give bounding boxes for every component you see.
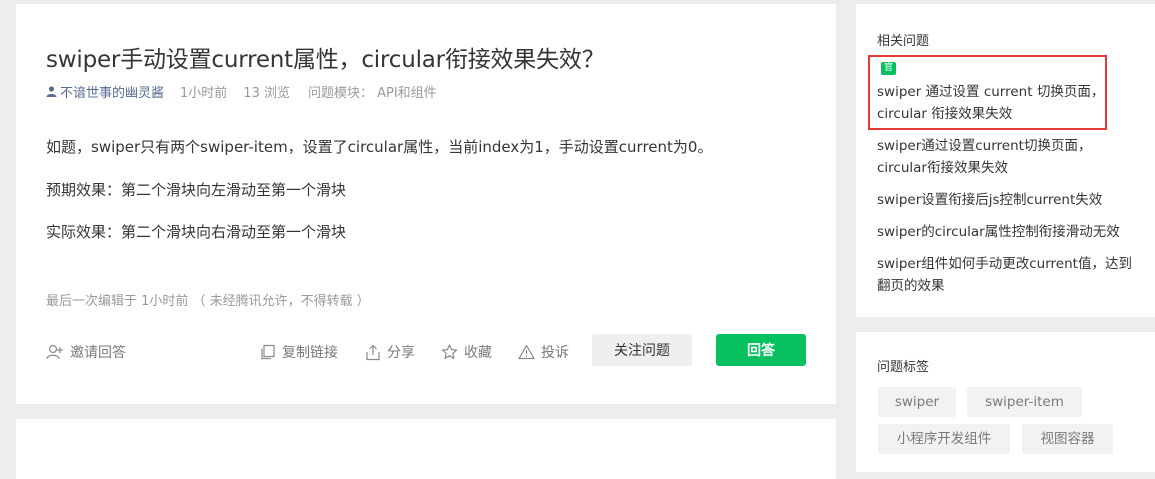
post-time: 1小时前 xyxy=(180,86,228,101)
question-paragraph: 实际效果：第二个滑块向右滑动至第一个滑块 xyxy=(46,223,347,241)
warning-icon xyxy=(518,344,535,360)
related-item[interactable]: swiper通过设置current切换页面，circular衔接效果失效 xyxy=(877,135,1135,179)
question-tags-panel: 问题标签 swiper swiper-item 小程序开发组件 视图容器 xyxy=(856,332,1155,472)
page-title: swiper手动设置current属性，circular衔接效果失效？ xyxy=(46,47,605,73)
author-link[interactable]: 不谙世事的幽灵酱 xyxy=(46,82,164,101)
answer-button[interactable]: 回答 xyxy=(716,334,806,366)
user-icon xyxy=(46,86,57,97)
edited-note: 最后一次编辑于 1小时前 （ 未经腾讯允许，不得转载 ） xyxy=(46,294,370,309)
report-label: 投诉 xyxy=(541,345,569,361)
official-badge: 官 xyxy=(881,62,896,75)
related-item[interactable]: swiper组件如何手动更改current值，达到翻页的效果 xyxy=(877,253,1135,297)
question-module[interactable]: 问题模块： API和组件 xyxy=(308,82,437,101)
related-item[interactable]: swiper 通过设置 current 切换页面，circular 衔接效果失效 xyxy=(877,81,1135,125)
related-title: 相关问题 xyxy=(877,34,930,49)
tag-item[interactable]: 小程序开发组件 xyxy=(878,424,1010,454)
question-actions: 邀请回答 复制链接 分享 收藏 投诉 关注问题 回答 xyxy=(46,334,806,368)
view-count: 13 浏览 xyxy=(243,86,290,101)
invite-label: 邀请回答 xyxy=(70,345,126,361)
author-name: 不谙世事的幽灵酱 xyxy=(60,86,165,101)
favorite-label: 收藏 xyxy=(464,345,492,361)
answers-card xyxy=(16,419,836,479)
tag-item[interactable]: swiper-item xyxy=(967,387,1082,417)
copy-link-label: 复制链接 xyxy=(282,345,338,361)
question-paragraph: 如题，swiper只有两个swiper-item，设置了circular属性，当… xyxy=(46,138,713,156)
tag-item[interactable]: swiper xyxy=(878,387,956,417)
report-button[interactable]: 投诉 xyxy=(518,342,569,362)
invite-answer-button[interactable]: 邀请回答 xyxy=(46,342,126,362)
tags-title: 问题标签 xyxy=(877,360,930,375)
share-button[interactable]: 分享 xyxy=(365,342,415,362)
tag-item[interactable]: 视图容器 xyxy=(1022,424,1113,454)
related-item[interactable]: swiper的circular属性控制衔接滑动无效 xyxy=(877,221,1135,243)
star-icon xyxy=(441,344,458,359)
question-card: swiper手动设置current属性，circular衔接效果失效？ 不谙世事… xyxy=(16,4,836,404)
share-label: 分享 xyxy=(387,345,415,361)
follow-question-button[interactable]: 关注问题 xyxy=(592,334,692,366)
question-meta: 不谙世事的幽灵酱 1小时前 13 浏览 问题模块： API和组件 xyxy=(46,82,437,101)
favorite-button[interactable]: 收藏 xyxy=(441,342,492,362)
copy-icon xyxy=(261,344,275,360)
share-icon xyxy=(366,344,380,360)
add-user-icon xyxy=(46,344,63,360)
related-item[interactable]: swiper设置衔接后js控制current失效 xyxy=(877,189,1135,211)
related-questions-panel: 相关问题 官 swiper 通过设置 current 切换页面，circular… xyxy=(856,4,1155,317)
question-paragraph: 预期效果：第二个滑块向左滑动至第一个滑块 xyxy=(46,181,347,199)
copy-link-button[interactable]: 复制链接 xyxy=(260,342,338,362)
